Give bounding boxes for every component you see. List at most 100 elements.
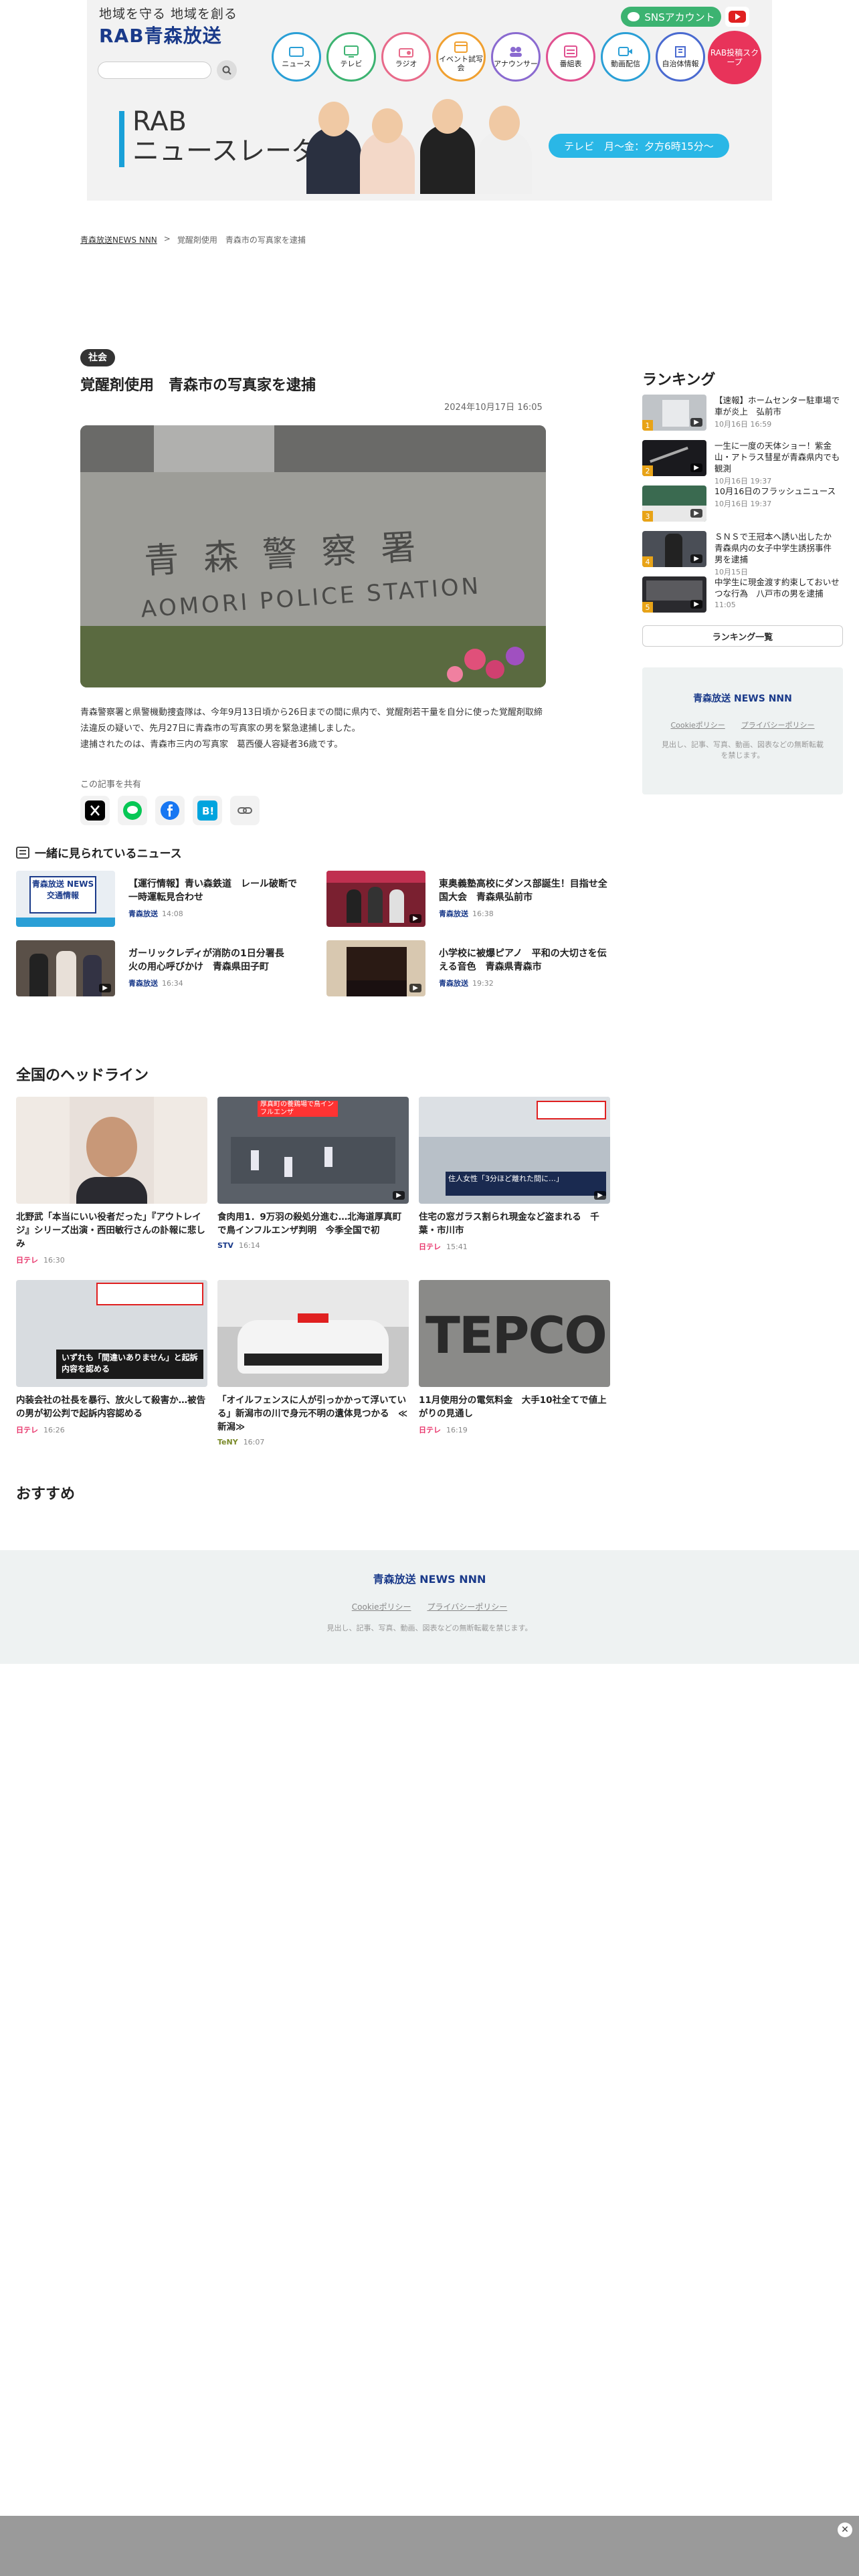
related-news-item[interactable]: ▶ 小学校に被爆ピアノ 平和の大切さを伝える音色 青森県青森市 青森放送 19:32 [326,940,610,996]
copyright-notice: 見出し、記事、写真、動画、図表などの無断転載を禁じます。 [662,740,824,760]
nav-announcer[interactable]: アナウンサー [491,32,541,82]
article-body: 青森警察署と県警機動捜査隊は、今年9月13日頃から26日までの間に県内で、覚醒剤… [80,705,549,753]
video-duration-badge: ▶ [99,984,111,992]
national-news-item[interactable]: いずれも「間違いありません」と起訴内容を認める 内装会社の社長を暴行、放火して殺… [16,1280,207,1454]
category-tag[interactable]: 社会 [80,349,115,366]
ranking-thumbnail: 1 ▶ [642,395,706,431]
video-duration-badge: ▶ [409,914,421,923]
news-thumbnail: ▶ [16,940,115,996]
share-x-button[interactable] [80,796,110,825]
copyright-notice: 見出し、記事、写真、動画、図表などの無断転載を禁じます。 [326,1624,533,1632]
site-logo[interactable]: RAB青森放送 [99,21,222,48]
news-thumbnail: 厚真町の養鶏場で鳥インフルエンザ ▶ [217,1097,409,1204]
related-news-heading: 一緒に見られているニュース [16,844,182,861]
sns-label: SNSアカウント [644,11,715,23]
ranking-list-button[interactable]: ランキング一覧 [642,625,843,647]
search-input[interactable] [98,62,211,79]
ranking-date: 10月16日 19:37 [714,500,772,508]
related-news-list: 青森放送 NEWS 交通情報 【運行情報】青い森鉄道 レール破断で一時運転見合わ… [16,871,610,996]
hatena-bookmark-icon: B! [197,800,217,821]
news-meta: 青森放送 14:08 [128,909,183,918]
breadcrumb-separator: > [163,234,171,243]
breadcrumb-current: 覚醒剤使用 青森市の写真家を逮捕 [177,235,306,245]
rank-number: 5 [642,602,653,613]
news-meta: 日テレ 16:30 [16,1256,65,1265]
line-icon [123,801,142,820]
ranking-title: 一生に一度の天体ショー！紫金山・アトラス彗星が青森県内でも観測 [714,441,840,473]
national-news-item[interactable]: 北野武「本当にいい役者だった」『アウトレイジ』シリーズ出演・西田敏行さんの訃報に… [16,1097,207,1271]
nav-municipal[interactable]: 自治体情報 [656,32,705,82]
nav-news[interactable]: ニュース [272,32,321,82]
nav-label: 自治体情報 [662,59,699,68]
close-icon[interactable]: ✕ [838,2523,852,2537]
article-title: 覚醒剤使用 青森市の写真家を逮捕 [80,377,316,394]
news-radar-banner[interactable]: RAB ニュースレーダー テレビ 月〜金：夕方6時15分〜 [119,94,732,194]
news-title: 小学校に被爆ピアノ 平和の大切さを伝える音色 青森県青森市 [439,948,607,972]
national-news-item[interactable]: TEPCO 11月使用分の電気料金 大手10社全てで値上がりの見通し 日テレ 16… [419,1280,610,1454]
share-copy-link-button[interactable] [230,796,260,825]
news-title: 食肉用1．9万羽の殺処分進む…北海道厚真町で鳥インフルエンザ判明 今季全国で初 [217,1212,402,1236]
rank-number: 3 [642,511,653,522]
article-photo: 青 森 警 察 署 AOMORI POLICE STATION [80,425,546,687]
nav-radio[interactable]: ラジオ [381,32,431,82]
youtube-button[interactable] [725,7,749,27]
site-footer: 青森放送 NEWS NNN Cookieポリシー プライバシーポリシー 見出し、… [0,1550,859,1664]
related-news-item[interactable]: ▶ ガーリックレディが消防の1日分署長 火の用心呼びかけ 青森県田子町 青森放送 1… [16,940,300,996]
news-thumbnail [16,1097,207,1204]
nav-label: ラジオ [395,59,417,68]
news-meta: 日テレ 16:19 [419,1426,468,1434]
nav-label: 番組表 [559,59,582,68]
ranking-title: 中学生に現金渡す約束しておいせつな行為 八戸市の男を逮捕 [714,577,840,599]
broadcast-time-pill: テレビ 月〜金：夕方6時15分〜 [549,134,729,158]
share-label: この記事を共有 [80,780,142,790]
building-icon [675,45,686,58]
related-news-item[interactable]: 青森放送 NEWS 交通情報 【運行情報】青い森鉄道 レール破断で一時運転見合わ… [16,871,300,927]
people-icon [510,46,522,57]
page: 地域を守る 地域を創る RAB青森放送 ニュース テレビ ラジオ イベント試写会… [0,0,859,2576]
privacy-policy-link[interactable]: プライバシーポリシー [427,1601,507,1612]
article-paragraph: 青森警察署と県警機動捜査隊は、今年9月13日頃から26日までの間に県内で、覚醒剤… [80,708,543,734]
nav-video[interactable]: 動画配信 [601,32,650,82]
nav-schedule[interactable]: 番組表 [546,32,595,82]
footer-logo[interactable]: 青森放送 NEWS NNN [0,1570,859,1586]
national-news-item[interactable]: 「オイルフェンスに人が引っかかって浮いている」新潟市の川で身元不明の遺体見つかる… [217,1280,409,1454]
ranking-item[interactable]: 1 ▶ 【速報】ホームセンター駐車場で車が炎上 弘前市 10月16日 16:59 [642,395,843,440]
news-title: 東奥義塾高校にダンス部誕生！目指せ全国大会 青森県弘前市 [439,879,607,903]
facebook-icon [161,801,179,820]
share-facebook-button[interactable] [155,796,185,825]
ranking-list: 1 ▶ 【速報】ホームセンター駐車場で車が炎上 弘前市 10月16日 16:59 2… [642,395,843,622]
x-icon [85,800,105,821]
share-hatena-button[interactable]: B! [193,796,222,825]
related-news-item[interactable]: ▶ 東奥義塾高校にダンス部誕生！目指せ全国大会 青森県弘前市 青森放送 16:38 [326,871,610,927]
ranking-item[interactable]: 2 ▶ 一生に一度の天体ショー！紫金山・アトラス彗星が青森県内でも観測 10月16日… [642,440,843,486]
news-meta: TeNY 16:07 [217,1438,265,1446]
sns-account-button[interactable]: SNSアカウント [621,7,721,27]
ranking-item[interactable]: 3 ▶ 10月16日のフラッシュニュース 10月16日 19:37 [642,486,843,531]
sidebar-links: Cookieポリシー プライバシーポリシー [642,720,843,730]
scoop-button[interactable]: RAB投稿スクープ [708,31,761,84]
share-line-button[interactable] [118,796,147,825]
national-news-item[interactable]: 住人女性「3分ほど離れた間に…」 ▶ 住宅の窓ガラス割られ現金など盗まれる 千葉… [419,1097,610,1271]
ranking-item[interactable]: 4 ▶ ＳＮＳで王冠本へ誘い出したか 青森県内の女子中学生誘拐事件 男を逮捕 10月… [642,531,843,576]
youtube-icon [729,11,746,23]
ranking-item[interactable]: 5 ▶ 中学生に現金渡す約束しておいせつな行為 八戸市の男を逮捕 11:05 [642,576,843,622]
nav-event[interactable]: イベント試写会 [436,32,486,82]
search-button[interactable] [217,60,237,80]
news-meta: 青森放送 16:34 [128,979,183,988]
nav-tv[interactable]: テレビ [326,32,376,82]
cookie-policy-link[interactable]: Cookieポリシー [670,720,725,730]
national-news-item[interactable]: 厚真町の養鶏場で鳥インフルエンザ ▶ 食肉用1．9万羽の殺処分進む…北海道厚真町… [217,1097,409,1271]
video-duration-badge: ▶ [393,1191,405,1200]
national-headlines-heading: 全国のヘッドライン [16,1067,149,1084]
cookie-policy-link[interactable]: Cookieポリシー [352,1601,411,1612]
nav-label: 動画配信 [611,59,640,68]
news-title: 「オイルフェンスに人が引っかかって浮いている」新潟市の川で身元不明の遺体見つかる… [217,1395,408,1432]
breadcrumb-home-link[interactable]: 青森放送NEWS NNN [80,234,157,245]
privacy-policy-link[interactable]: プライバシーポリシー [741,720,815,730]
news-title: 11月使用分の電気料金 大手10社全てで値上がりの見通し [419,1395,607,1419]
ranking-thumbnail: 4 ▶ [642,531,706,567]
news-thumbnail: ▶ [326,871,425,927]
share-buttons: B! [80,796,260,825]
footer-links: Cookieポリシー プライバシーポリシー [0,1601,859,1612]
news-meta: 日テレ 15:41 [419,1243,468,1251]
